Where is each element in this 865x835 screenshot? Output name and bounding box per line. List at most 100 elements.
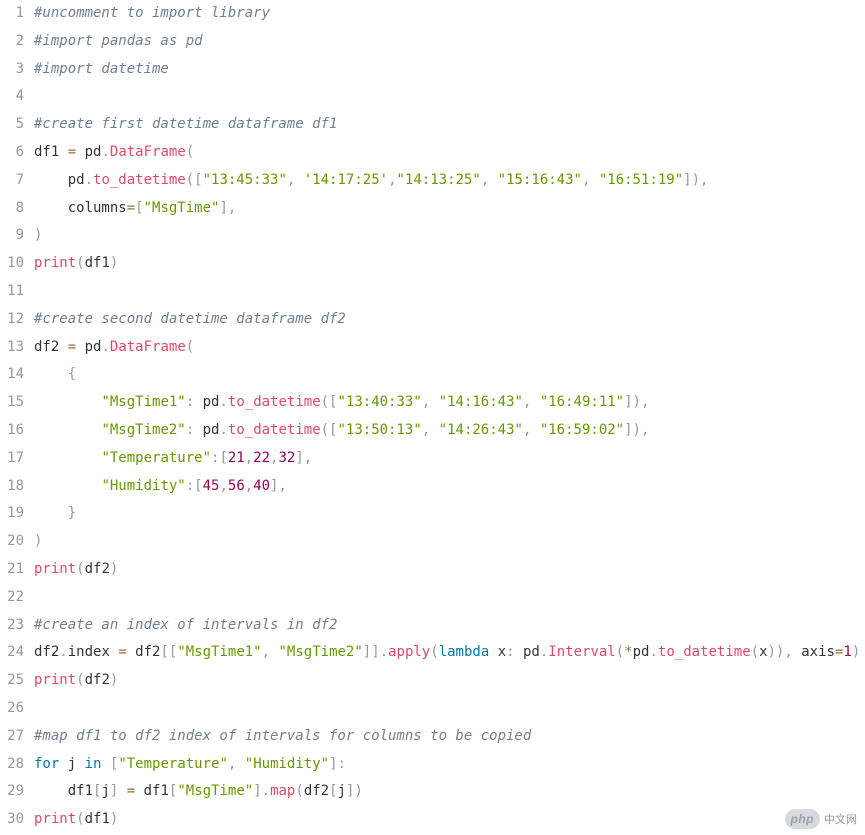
code-token [34, 450, 101, 466]
line-number: 13 [0, 334, 24, 362]
code-line: df1 = pd.DataFrame( [34, 139, 865, 167]
code-token: ) [34, 227, 42, 243]
code-token: "14:26:43" [439, 422, 523, 438]
code-token: "16:49:11" [540, 394, 624, 410]
code-token: ) [110, 561, 118, 577]
line-number: 24 [0, 639, 24, 667]
code-token: df2 [127, 644, 161, 660]
code-token: pd [76, 144, 101, 160]
code-token: . [219, 394, 227, 410]
code-token: to_datetime [228, 422, 321, 438]
code-token: ( [430, 644, 438, 660]
code-token: df1 [135, 783, 169, 799]
code-token: ]), [624, 394, 649, 410]
code-token: "15:16:43" [498, 172, 582, 188]
code-token: , [422, 394, 430, 410]
code-token: "MsgTime" [144, 200, 220, 216]
code-token [101, 756, 109, 772]
code-token: pd [194, 394, 219, 410]
code-token: , [219, 478, 227, 494]
code-token: "16:51:19" [599, 172, 683, 188]
code-token: ( [76, 672, 84, 688]
code-token: df1 [85, 255, 110, 271]
line-number: 25 [0, 667, 24, 695]
code-token [34, 478, 101, 494]
code-token: , [262, 644, 270, 660]
code-token: "MsgTime" [177, 783, 253, 799]
code-block: 1234567891011121314151617181920212223242… [0, 0, 865, 834]
code-token: for [34, 756, 59, 772]
code-token: to_datetime [228, 394, 321, 410]
code-token: 22 [253, 450, 270, 466]
code-token: #import pandas as pd [34, 33, 203, 49]
code-line: pd.to_datetime(["13:45:33", '14:17:25',"… [34, 167, 865, 195]
code-token: #create an index of intervals in df2 [34, 617, 337, 633]
code-token: 45 [203, 478, 220, 494]
code-line: #map df1 to df2 index of intervals for c… [34, 723, 865, 751]
line-number: 30 [0, 806, 24, 834]
code-line: print(df2) [34, 556, 865, 584]
code-token: = [68, 144, 76, 160]
code-token: ( [751, 644, 759, 660]
code-line: #create second datetime dataframe df2 [34, 306, 865, 334]
code-token: print [34, 561, 76, 577]
code-line: #import pandas as pd [34, 28, 865, 56]
code-line [34, 83, 865, 111]
line-number: 6 [0, 139, 24, 167]
code-token: ], [295, 450, 312, 466]
watermark: php 中文网 [785, 809, 858, 829]
code-token [118, 783, 126, 799]
code-token: to_datetime [93, 172, 186, 188]
code-token: 32 [278, 450, 295, 466]
code-token: ]), [683, 172, 708, 188]
code-token: ([ [321, 394, 338, 410]
code-token: = [68, 339, 76, 355]
line-number: 26 [0, 695, 24, 723]
code-line [34, 695, 865, 723]
code-line [34, 278, 865, 306]
code-token: . [101, 339, 109, 355]
code-line: { [34, 361, 865, 389]
code-token: { [68, 366, 76, 382]
code-token: 40 [253, 478, 270, 494]
code-token: ( [295, 783, 303, 799]
code-token: df2 [85, 672, 110, 688]
code-line: print(df1) [34, 806, 865, 834]
code-token [34, 394, 101, 410]
line-number: 18 [0, 473, 24, 501]
code-token: ) [852, 644, 860, 660]
code-token: #uncomment to import library [34, 5, 270, 21]
code-line: "MsgTime2": pd.to_datetime(["13:50:13", … [34, 417, 865, 445]
code-token [34, 422, 101, 438]
code-token: : [186, 394, 194, 410]
code-line: #create first datetime dataframe df1 [34, 111, 865, 139]
code-token: : [506, 644, 514, 660]
code-token: "MsgTime1" [101, 394, 185, 410]
code-token [295, 172, 303, 188]
code-token: ) [110, 811, 118, 827]
line-number: 17 [0, 445, 24, 473]
code-token: df1 [34, 783, 93, 799]
code-token: , [245, 478, 253, 494]
code-token: ( [186, 339, 194, 355]
code-token: Interval [548, 644, 615, 660]
code-token: . [219, 422, 227, 438]
line-number: 7 [0, 167, 24, 195]
code-token: df2 [304, 783, 329, 799]
line-number: 20 [0, 528, 24, 556]
code-line: for j in ["Temperature", "Humidity"]: [34, 751, 865, 779]
code-token: #create first datetime dataframe df1 [34, 116, 337, 132]
code-token: "MsgTime2" [279, 644, 363, 660]
code-token: in [85, 756, 102, 772]
code-token: df2 [34, 339, 68, 355]
code-token: "Temperature" [101, 450, 211, 466]
line-number: 8 [0, 195, 24, 223]
code-token: . [59, 644, 67, 660]
line-number-gutter: 1234567891011121314151617181920212223242… [0, 0, 34, 834]
code-line: "MsgTime1": pd.to_datetime(["13:40:33", … [34, 389, 865, 417]
code-token: j [101, 783, 109, 799]
code-token [531, 422, 539, 438]
code-token [34, 700, 42, 716]
code-token: DataFrame [110, 144, 186, 160]
line-number: 5 [0, 111, 24, 139]
